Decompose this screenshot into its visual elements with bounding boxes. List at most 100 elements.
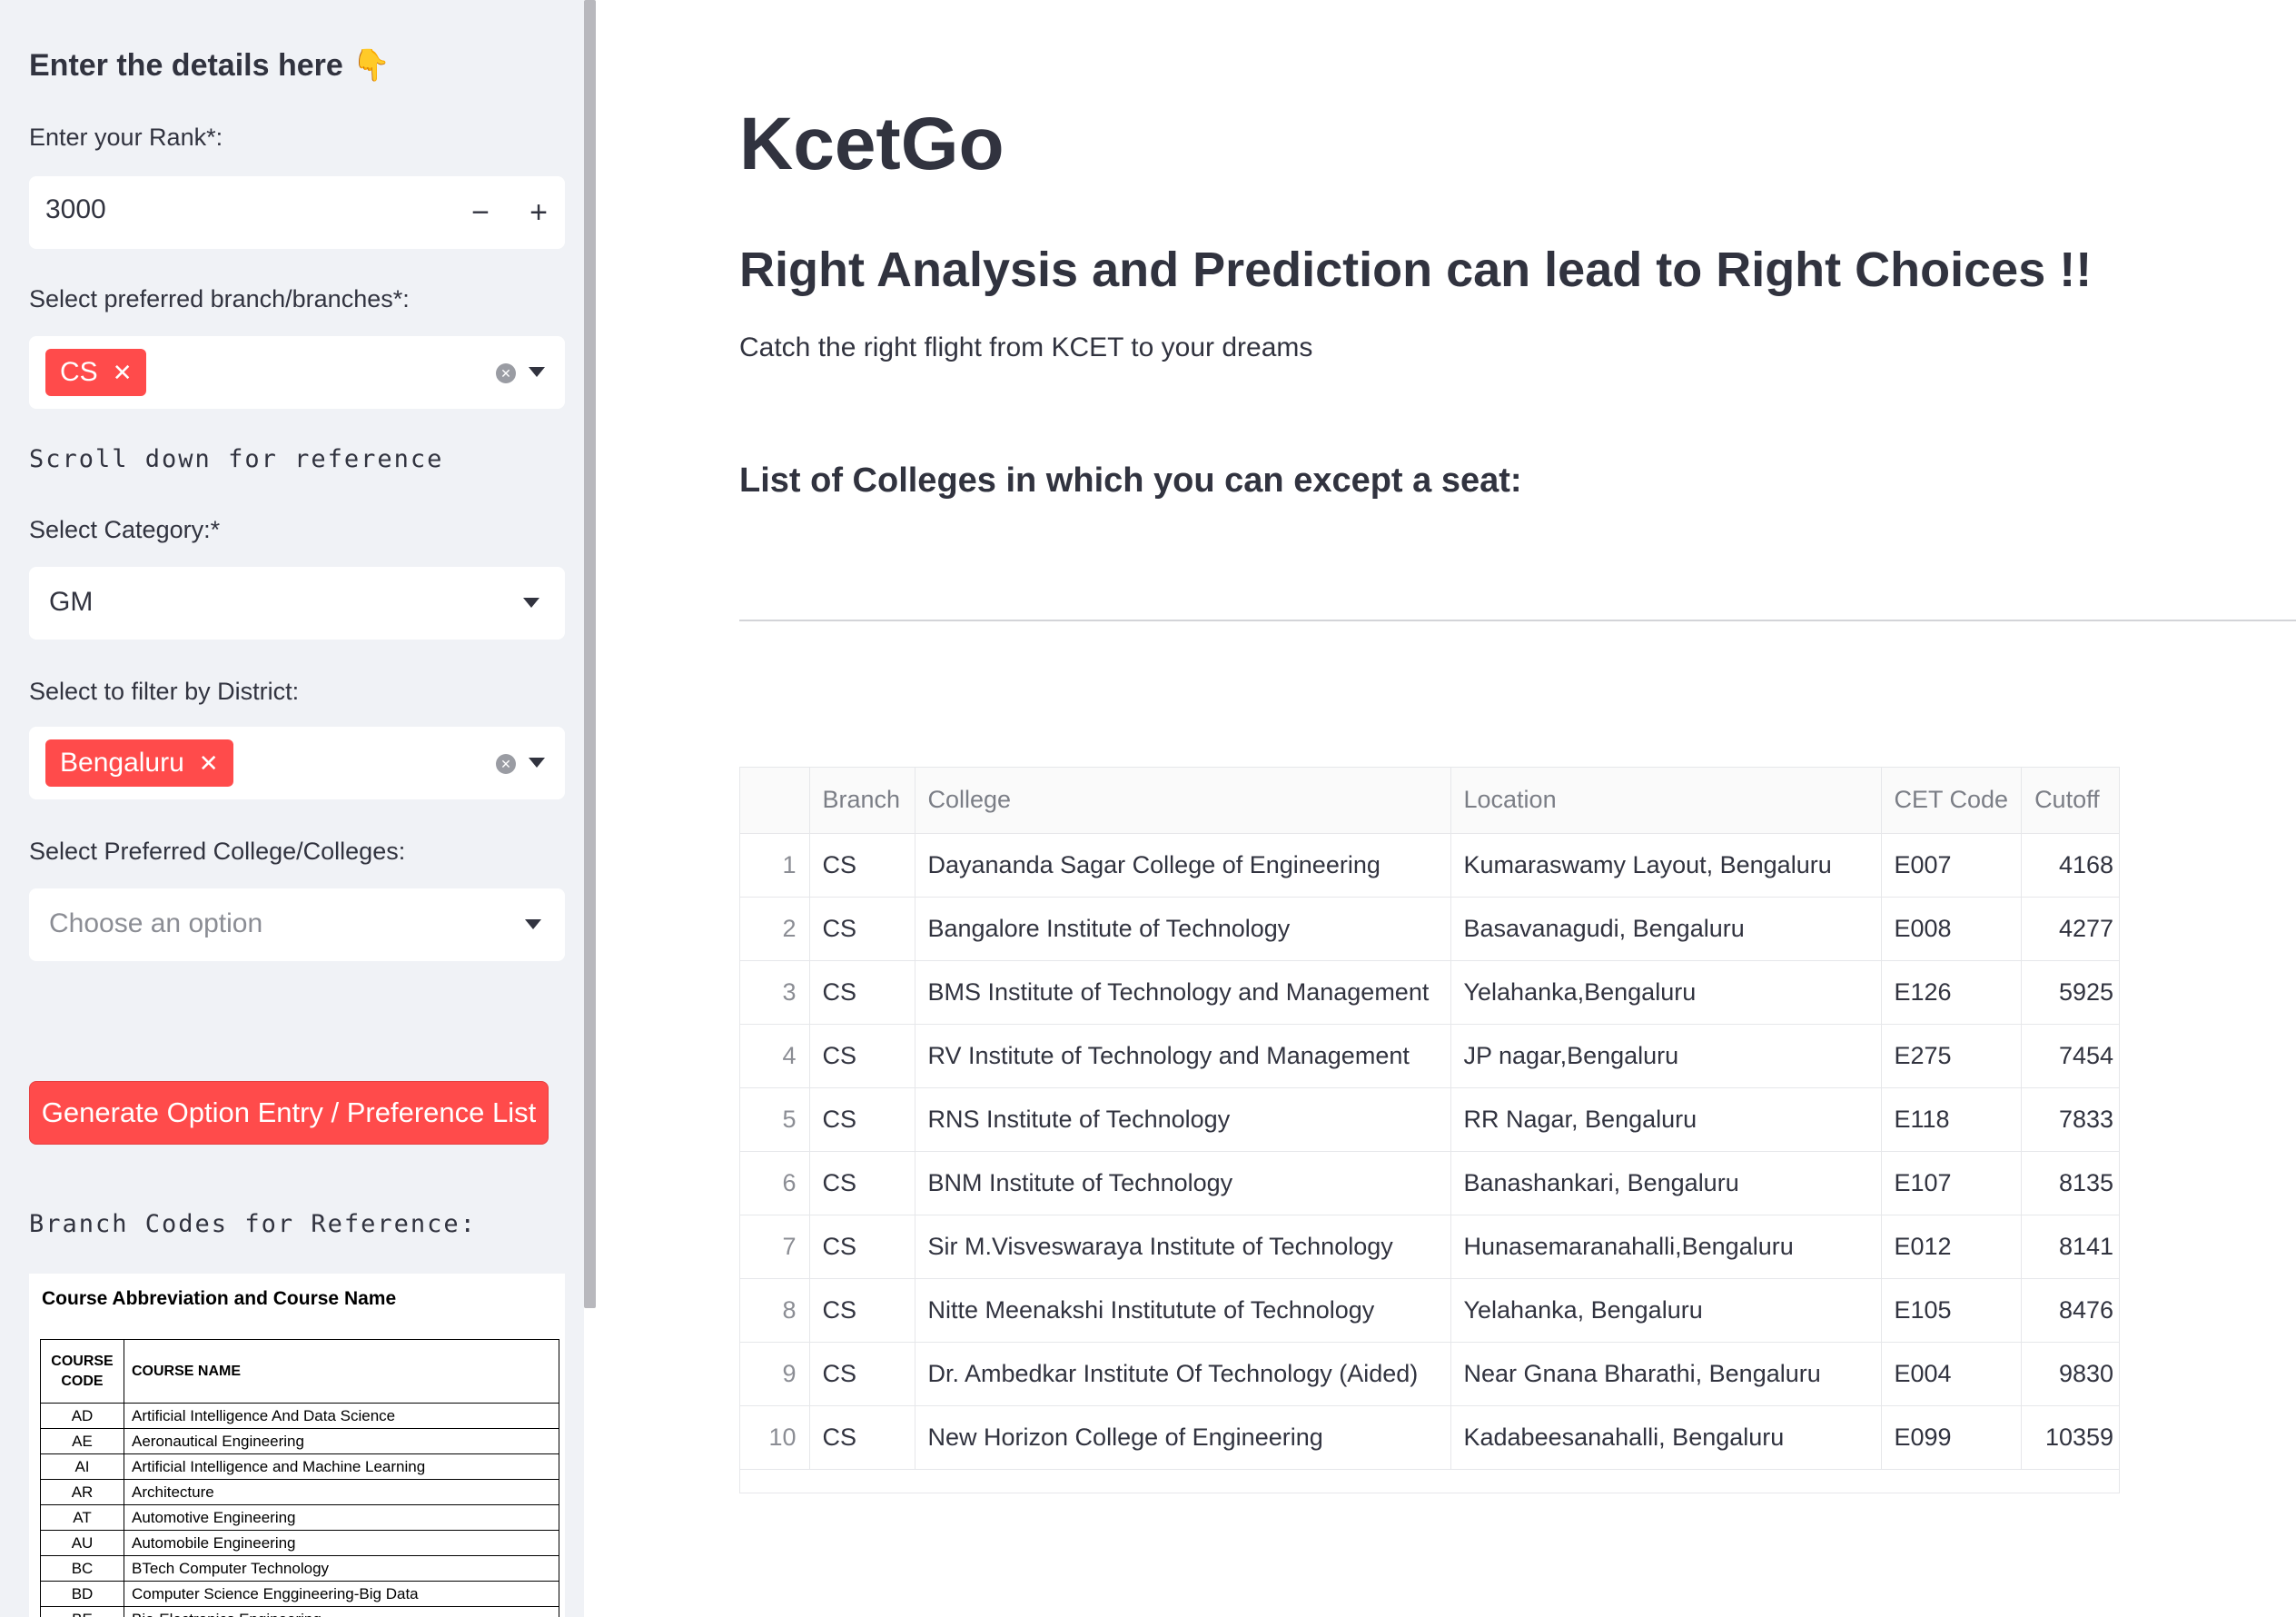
location-cell[interactable]: Banashankari, Bengaluru: [1450, 1151, 1882, 1215]
column-header[interactable]: Location: [1450, 768, 1882, 834]
cutoff-cell[interactable]: 7454: [2021, 1024, 2119, 1088]
row-index[interactable]: 5: [740, 1087, 810, 1152]
column-header[interactable]: [740, 768, 810, 834]
cutoff-cell[interactable]: 4277: [2021, 897, 2119, 961]
cet-code-cell[interactable]: E275: [1881, 1024, 2023, 1088]
table-row[interactable]: 4 CS RV Institute of Technology and Manage…: [740, 1024, 2119, 1088]
row-index[interactable]: 8: [740, 1278, 810, 1343]
generate-preference-list-button[interactable]: Generate Option Entry / Preference List: [29, 1081, 549, 1145]
chevron-down-icon[interactable]: [529, 758, 545, 768]
table-row[interactable]: 5 CS RNS Institute of Technology RR Nagar, …: [740, 1087, 2119, 1152]
college-cell[interactable]: Nitte Meenakshi Institutute of Technolog…: [915, 1278, 1451, 1343]
cutoff-cell[interactable]: 8135: [2021, 1151, 2119, 1215]
chevron-down-icon[interactable]: [529, 367, 545, 377]
row-index[interactable]: 10: [740, 1405, 810, 1470]
increment-button[interactable]: +: [516, 189, 561, 236]
branch-cell[interactable]: CS: [809, 1087, 915, 1152]
college-multiselect[interactable]: Choose an option: [29, 888, 565, 961]
college-cell[interactable]: New Horizon College of Engineering: [915, 1405, 1451, 1470]
decrement-button[interactable]: −: [458, 189, 503, 236]
sidebar-scrollbar[interactable]: [584, 0, 596, 1308]
location-cell[interactable]: Kadabeesanahalli, Bengaluru: [1450, 1405, 1882, 1470]
course-name: Automobile Engineering: [124, 1530, 559, 1556]
reference-row: AU Automobile Engineering: [40, 1530, 559, 1556]
cet-code-cell[interactable]: E099: [1881, 1405, 2023, 1470]
table-row[interactable]: 3 CS BMS Institute of Technology and Manag…: [740, 960, 2119, 1025]
branch-cell[interactable]: CS: [809, 1342, 915, 1406]
reference-row: AE Aeronautical Engineering: [40, 1428, 559, 1454]
clear-all-icon[interactable]: ✕: [496, 363, 516, 383]
cutoff-cell[interactable]: 4168: [2021, 833, 2119, 898]
cet-code-cell[interactable]: E107: [1881, 1151, 2023, 1215]
column-header[interactable]: College: [915, 768, 1451, 834]
college-cell[interactable]: RV Institute of Technology and Managemen…: [915, 1024, 1451, 1088]
college-cell[interactable]: Bangalore Institute of Technology: [915, 897, 1451, 961]
cutoff-cell[interactable]: 9830: [2021, 1342, 2119, 1406]
column-header[interactable]: Cutoff: [2021, 768, 2119, 834]
table-row[interactable]: 7 CS Sir M.Visveswaraya Institute of Techn…: [740, 1215, 2119, 1279]
cet-code-cell[interactable]: E008: [1881, 897, 2023, 961]
college-cell[interactable]: BMS Institute of Technology and Manageme…: [915, 960, 1451, 1025]
row-index[interactable]: 9: [740, 1342, 810, 1406]
table-row[interactable]: 1 CS Dayananda Sagar College of Engineerin…: [740, 833, 2119, 898]
table-row[interactable]: 9 CS Dr. Ambedkar Institute Of Technology …: [740, 1342, 2119, 1406]
location-cell[interactable]: JP nagar,Bengaluru: [1450, 1024, 1882, 1088]
branch-multiselect[interactable]: CS ✕ ✕: [29, 336, 565, 409]
location-cell[interactable]: Near Gnana Bharathi, Bengaluru: [1450, 1342, 1882, 1406]
college-cell[interactable]: BNM Institute of Technology: [915, 1151, 1451, 1215]
district-multiselect[interactable]: Bengaluru ✕ ✕: [29, 727, 565, 799]
cet-code-cell[interactable]: E012: [1881, 1215, 2023, 1279]
table-row[interactable]: 10 CS New Horizon College of Engineering Ka…: [740, 1405, 2119, 1470]
location-cell[interactable]: Kumaraswamy Layout, Bengaluru: [1450, 833, 1882, 898]
column-header[interactable]: Branch: [809, 768, 915, 834]
location-cell[interactable]: Yelahanka,Bengaluru: [1450, 960, 1882, 1025]
branch-cell[interactable]: CS: [809, 960, 915, 1025]
clear-all-icon[interactable]: ✕: [496, 754, 516, 774]
college-cell[interactable]: Sir M.Visveswaraya Institute of Technolo…: [915, 1215, 1451, 1279]
branch-cell[interactable]: CS: [809, 1405, 915, 1470]
chevron-down-icon[interactable]: [525, 919, 541, 929]
cet-code-cell[interactable]: E105: [1881, 1278, 2023, 1343]
location-cell[interactable]: Yelahanka, Bengaluru: [1450, 1278, 1882, 1343]
location-cell[interactable]: Hunasemaranahalli,Bengaluru: [1450, 1215, 1882, 1279]
college-cell[interactable]: Dayananda Sagar College of Engineering: [915, 833, 1451, 898]
cutoff-cell[interactable]: 8141: [2021, 1215, 2119, 1279]
cutoff-cell[interactable]: 8476: [2021, 1278, 2119, 1343]
college-cell[interactable]: Dr. Ambedkar Institute Of Technology (Ai…: [915, 1342, 1451, 1406]
table-row[interactable]: 2 CS Bangalore Institute of Technology Basa…: [740, 897, 2119, 961]
row-index[interactable]: 3: [740, 960, 810, 1025]
rank-value[interactable]: 3000: [45, 194, 106, 225]
cet-code-cell[interactable]: E126: [1881, 960, 2023, 1025]
cet-code-cell[interactable]: E007: [1881, 833, 2023, 898]
row-index[interactable]: 7: [740, 1215, 810, 1279]
row-index[interactable]: 6: [740, 1151, 810, 1215]
table-row[interactable]: 6 CS BNM Institute of Technology Banashanka…: [740, 1151, 2119, 1215]
college-cell[interactable]: RNS Institute of Technology: [915, 1087, 1451, 1152]
cutoff-cell[interactable]: 10359: [2021, 1405, 2119, 1470]
branch-cell[interactable]: CS: [809, 1278, 915, 1343]
row-index[interactable]: 2: [740, 897, 810, 961]
table-row[interactable]: 8 CS Nitte Meenakshi Institutute of Techno…: [740, 1278, 2119, 1343]
cet-code-cell[interactable]: E118: [1881, 1087, 2023, 1152]
remove-tag-icon[interactable]: ✕: [113, 359, 133, 387]
column-header[interactable]: CET Code: [1881, 768, 2023, 834]
colleges-table: Branch College Location CET Code Cutoff 1 CS D…: [740, 768, 2119, 1470]
cutoff-cell[interactable]: 5925: [2021, 960, 2119, 1025]
branch-cell[interactable]: CS: [809, 897, 915, 961]
branch-cell[interactable]: CS: [809, 1024, 915, 1088]
remove-tag-icon[interactable]: ✕: [199, 749, 219, 778]
branch-cell[interactable]: CS: [809, 833, 915, 898]
branch-cell[interactable]: CS: [809, 1151, 915, 1215]
colleges-dataframe[interactable]: Branch College Location CET Code Cutoff 1 CS D…: [739, 767, 2120, 1493]
chevron-down-icon[interactable]: [523, 598, 539, 608]
row-index[interactable]: 4: [740, 1024, 810, 1088]
category-select[interactable]: GM: [29, 567, 565, 640]
location-cell[interactable]: RR Nagar, Bengaluru: [1450, 1087, 1882, 1152]
cutoff-cell[interactable]: 7833: [2021, 1087, 2119, 1152]
reference-row: BD Computer Science Enggineering-Big Data: [40, 1581, 559, 1607]
cet-code-cell[interactable]: E004: [1881, 1342, 2023, 1406]
rank-number-input[interactable]: 3000 − +: [29, 176, 565, 249]
branch-cell[interactable]: CS: [809, 1215, 915, 1279]
location-cell[interactable]: Basavanagudi, Bengaluru: [1450, 897, 1882, 961]
row-index[interactable]: 1: [740, 833, 810, 898]
